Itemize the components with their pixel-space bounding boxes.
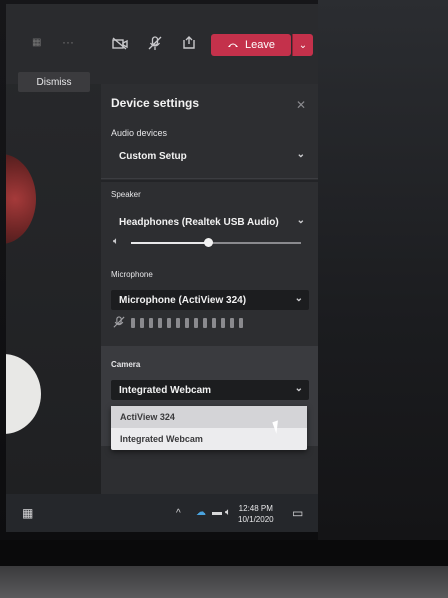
microphone-dropdown[interactable]: Microphone (ActiView 324) ⌄	[111, 290, 309, 310]
speaker-volume-icon: 🔈︎	[113, 236, 119, 247]
app-icon[interactable]: ▦	[22, 506, 33, 520]
speaker-dropdown[interactable]: Headphones (Realtek USB Audio) ⌄	[111, 212, 311, 232]
show-hidden-icons[interactable]: ^	[176, 508, 181, 519]
leave-label: Leave	[245, 39, 275, 51]
participant-video	[6, 154, 36, 244]
camera-off-icon[interactable]	[112, 37, 128, 53]
chevron-down-icon: ⌄	[296, 149, 305, 160]
clock[interactable]: 12:48 PM 10/1/2020	[238, 503, 274, 525]
audio-devices-value: Custom Setup	[119, 150, 187, 162]
notification-icon[interactable]: ▭	[292, 506, 303, 520]
people-icon[interactable]: ▦	[32, 38, 41, 48]
camera-label: Camera	[111, 360, 141, 369]
speaker-value: Headphones (Realtek USB Audio)	[119, 216, 279, 228]
panel-title: Device settings	[111, 96, 200, 110]
more-options-icon[interactable]: ···	[62, 36, 74, 48]
hang-up-icon	[228, 43, 238, 47]
section-bg	[101, 180, 318, 182]
divider	[101, 178, 318, 179]
share-screen-icon[interactable]	[181, 36, 197, 53]
taskbar: ▦ ^ ☁ ▬ 🔈︎ 12:48 PM 10/1/2020 ▭	[6, 494, 318, 532]
chevron-down-icon: ⌄	[296, 215, 305, 226]
volume-icon[interactable]: 🔈︎	[225, 507, 231, 518]
leave-options-button[interactable]: ⌄	[292, 34, 313, 56]
desk-surface	[0, 566, 448, 598]
volume-slider-fill	[131, 242, 208, 244]
dismiss-button[interactable]: Dismiss	[18, 72, 90, 92]
camera-value: Integrated Webcam	[119, 384, 212, 396]
chevron-down-icon: ⌄	[294, 383, 303, 394]
clock-date: 10/1/2020	[238, 515, 274, 524]
screen: ▦ ··· Leave ⌄ Dismiss Device settings ✕	[6, 4, 318, 532]
chevron-down-icon: ⌄	[294, 293, 303, 304]
leave-button[interactable]: Leave	[211, 34, 291, 56]
meeting-area: ▦ ··· Leave ⌄ Dismiss Device settings ✕	[6, 4, 318, 504]
network-icon[interactable]: ▬	[212, 507, 222, 518]
mic-level-meter	[131, 318, 243, 328]
camera-dropdown[interactable]: Integrated Webcam ⌄	[111, 380, 309, 400]
audio-devices-dropdown[interactable]: Custom Setup ⌄	[111, 146, 311, 166]
mic-level-icon	[113, 316, 125, 332]
speaker-label: Speaker	[111, 190, 141, 199]
participant-avatar	[6, 354, 41, 434]
close-icon[interactable]: ✕	[296, 98, 306, 112]
microphone-value: Microphone (ActiView 324)	[119, 294, 247, 306]
dismiss-label: Dismiss	[36, 76, 72, 88]
clock-time: 12:48 PM	[238, 504, 273, 513]
volume-slider-thumb[interactable]	[203, 238, 213, 247]
background-wall	[318, 0, 448, 540]
device-settings-panel: Device settings ✕ Audio devices Custom S…	[101, 84, 318, 504]
cloud-icon[interactable]: ☁	[196, 507, 206, 518]
audio-devices-label: Audio devices	[111, 128, 168, 138]
microphone-label: Microphone	[111, 270, 153, 279]
mic-off-icon[interactable]	[148, 36, 162, 54]
chevron-down-icon: ⌄	[298, 39, 308, 51]
